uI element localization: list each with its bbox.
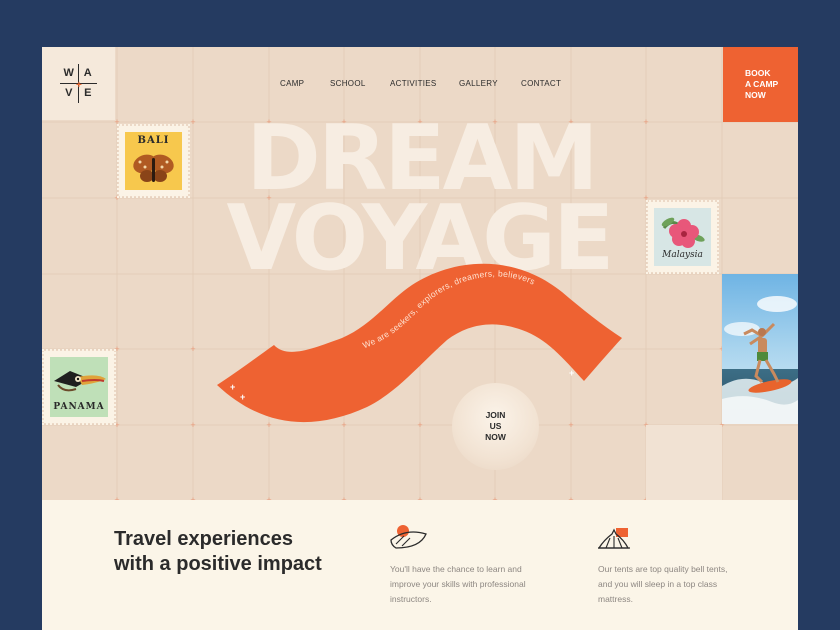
surfboard-icon xyxy=(390,525,427,549)
hero-section: +++ +++ ++ +++ +++ +++ +++ ++ +++ +++ ++… xyxy=(42,47,798,500)
page-frame: +++ +++ ++ +++ +++ +++ +++ ++ +++ +++ ++… xyxy=(42,47,798,630)
join-label-line: NOW xyxy=(485,432,506,442)
butterfly-icon xyxy=(133,154,174,182)
stamp-panama-label: PANAMA xyxy=(53,402,105,412)
svg-text:+: + xyxy=(569,368,574,378)
stamp-panama: PANAMA xyxy=(42,349,116,425)
svg-text:+: + xyxy=(230,382,235,392)
stamp-malaysia: Malaysia xyxy=(646,200,719,274)
tent-icon xyxy=(598,528,630,549)
stamp-malaysia-label: Malaysia xyxy=(662,250,703,260)
intro-headline: Travel experiences with a positive impac… xyxy=(114,528,322,575)
hero-ribbon: We are seekers, explorers, dreamers, bel… xyxy=(217,263,622,423)
intro-section: Travel experiences with a positive impac… xyxy=(42,500,798,630)
join-label-line: US xyxy=(489,421,502,431)
feature-surf-text: You'll have the chance to learn and impr… xyxy=(390,564,526,604)
join-label-line: JOIN xyxy=(485,410,506,420)
svg-text:+: + xyxy=(240,392,245,402)
surfer-image xyxy=(722,274,798,424)
feature-tent-text: Our tents are top quality bell tents, an… xyxy=(598,564,728,604)
join-us-button[interactable]: JOIN US NOW xyxy=(452,383,539,470)
stamp-bali: BALI xyxy=(117,124,190,198)
surfer-photo xyxy=(722,274,798,424)
